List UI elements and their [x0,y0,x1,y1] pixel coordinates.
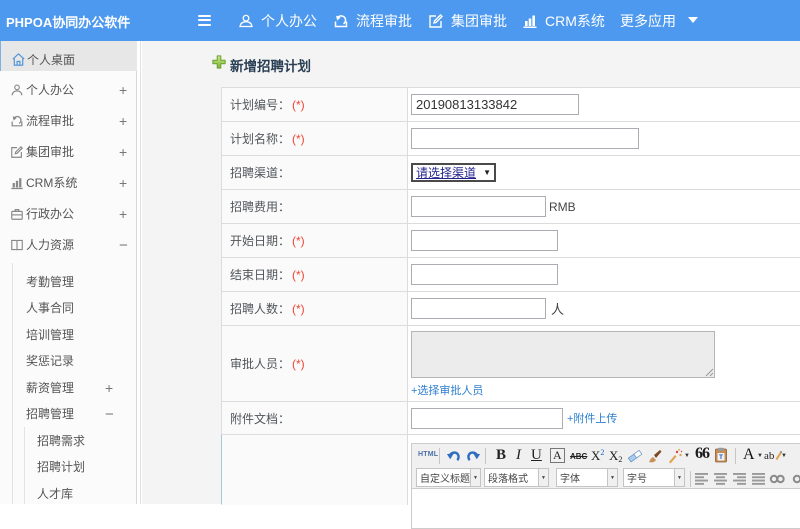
svg-text:ab: ab [764,450,775,462]
svg-text:T: T [719,454,723,461]
